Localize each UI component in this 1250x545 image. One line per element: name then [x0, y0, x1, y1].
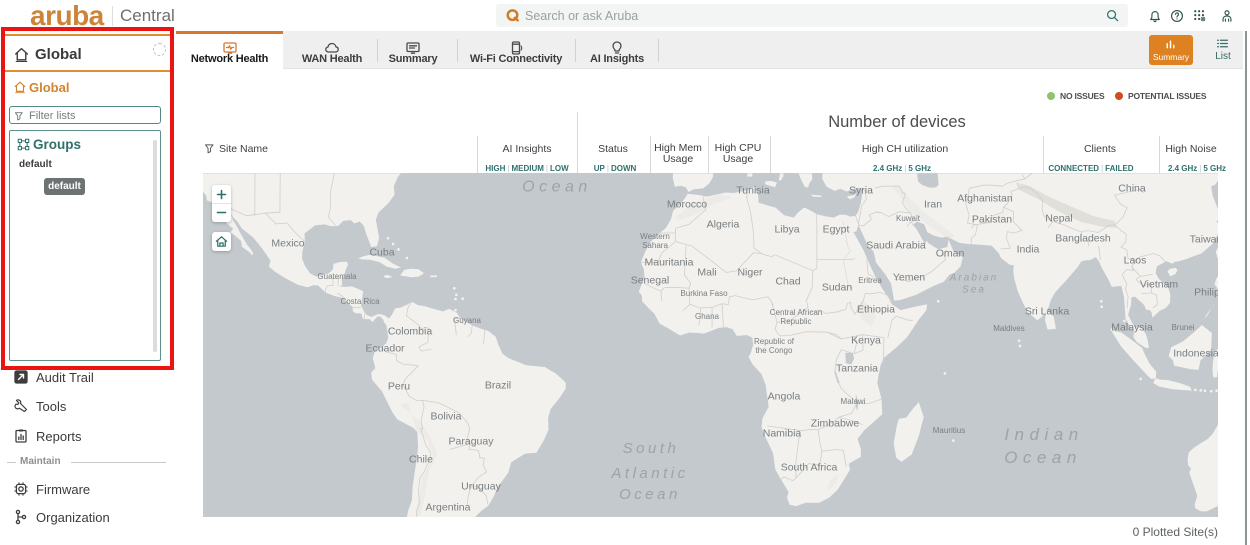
svg-text:Nepal: Nepal	[1045, 213, 1072, 225]
svg-text:Vietnam: Vietnam	[1140, 279, 1179, 291]
svg-text:Uruguay: Uruguay	[461, 481, 501, 493]
svg-text:Kuwait: Kuwait	[896, 214, 921, 223]
svg-text:Yemen: Yemen	[893, 272, 925, 284]
svg-text:Ocean: Ocean	[1004, 448, 1082, 467]
svg-text:China: China	[1118, 183, 1146, 195]
svg-text:South Africa: South Africa	[781, 462, 838, 474]
svg-text:Zimbabwe: Zimbabwe	[811, 418, 860, 430]
svg-text:Brunei: Brunei	[1171, 323, 1194, 332]
svg-text:Brazil: Brazil	[485, 380, 511, 392]
svg-text:Central African: Central African	[770, 308, 822, 317]
svg-text:Mexico: Mexico	[271, 238, 304, 250]
svg-text:Colombia: Colombia	[388, 326, 433, 338]
svg-text:Ghana: Ghana	[695, 312, 720, 321]
svg-text:Mauritania: Mauritania	[644, 257, 693, 269]
svg-text:Indonesia: Indonesia	[1173, 348, 1218, 360]
svg-text:Arabian: Arabian	[949, 273, 998, 284]
svg-text:Oman: Oman	[936, 248, 965, 260]
svg-text:Tanzania: Tanzania	[836, 363, 878, 375]
svg-text:Taiwan: Taiwan	[1190, 234, 1218, 246]
svg-text:Eritrea: Eritrea	[858, 276, 882, 285]
svg-text:Iran: Iran	[924, 199, 942, 211]
svg-text:Tunisia: Tunisia	[736, 185, 770, 197]
svg-text:the Congo: the Congo	[756, 346, 793, 355]
svg-text:Ecuador: Ecuador	[365, 343, 405, 355]
svg-text:Sea: Sea	[962, 285, 986, 296]
svg-text:Algeria: Algeria	[707, 219, 740, 231]
svg-text:Costa Rica: Costa Rica	[340, 297, 380, 306]
svg-text:Philippin: Philippin	[1194, 287, 1218, 299]
svg-text:Bolivia: Bolivia	[431, 411, 462, 423]
svg-text:Sri Lanka: Sri Lanka	[1025, 306, 1070, 318]
svg-text:Libya: Libya	[774, 224, 799, 236]
svg-text:Malaysia: Malaysia	[1111, 322, 1153, 334]
svg-text:Niger: Niger	[737, 267, 763, 279]
svg-text:South: South	[623, 440, 680, 457]
svg-text:Egypt: Egypt	[823, 224, 850, 236]
svg-text:Republic of: Republic of	[754, 337, 795, 346]
svg-text:Kenya: Kenya	[851, 335, 881, 347]
svg-text:Cuba: Cuba	[369, 247, 394, 259]
svg-text:Peru: Peru	[388, 381, 410, 393]
svg-text:Pakistan: Pakistan	[972, 214, 1012, 226]
svg-text:Syria: Syria	[849, 185, 873, 197]
svg-text:Republic: Republic	[780, 317, 811, 326]
svg-text:Morocco: Morocco	[667, 199, 707, 211]
svg-text:Maldives: Maldives	[993, 324, 1025, 333]
svg-text:Ocean: Ocean	[522, 179, 592, 196]
svg-text:Chile: Chile	[409, 454, 433, 466]
svg-text:Sahara: Sahara	[642, 241, 668, 250]
svg-text:Sudan: Sudan	[822, 282, 853, 294]
svg-text:Namibia: Namibia	[763, 428, 802, 440]
svg-text:Guatemala: Guatemala	[317, 272, 357, 281]
svg-text:Atlantic: Atlantic	[610, 465, 688, 482]
svg-text:Guyana: Guyana	[453, 316, 482, 325]
svg-text:Ocean: Ocean	[619, 486, 681, 503]
svg-text:Burkina Faso: Burkina Faso	[680, 289, 728, 298]
svg-text:India: India	[1017, 244, 1040, 256]
svg-text:Bangladesh: Bangladesh	[1055, 233, 1111, 245]
svg-text:Argentina: Argentina	[426, 502, 471, 514]
svg-text:Indian: Indian	[1004, 425, 1083, 444]
svg-text:Paraguay: Paraguay	[449, 436, 495, 448]
svg-text:Laos: Laos	[1124, 255, 1147, 267]
svg-text:Malawi: Malawi	[841, 397, 866, 406]
svg-text:Afghanistan: Afghanistan	[957, 193, 1013, 205]
svg-text:Western: Western	[640, 232, 670, 241]
svg-text:Angola: Angola	[768, 391, 801, 403]
svg-text:Ethiopia: Ethiopia	[857, 304, 895, 316]
svg-text:Mali: Mali	[697, 267, 716, 279]
svg-text:Saudi Arabia: Saudi Arabia	[866, 240, 926, 252]
svg-text:Mauritius: Mauritius	[933, 426, 965, 435]
svg-text:Senegal: Senegal	[631, 275, 670, 287]
svg-text:Chad: Chad	[775, 276, 800, 288]
